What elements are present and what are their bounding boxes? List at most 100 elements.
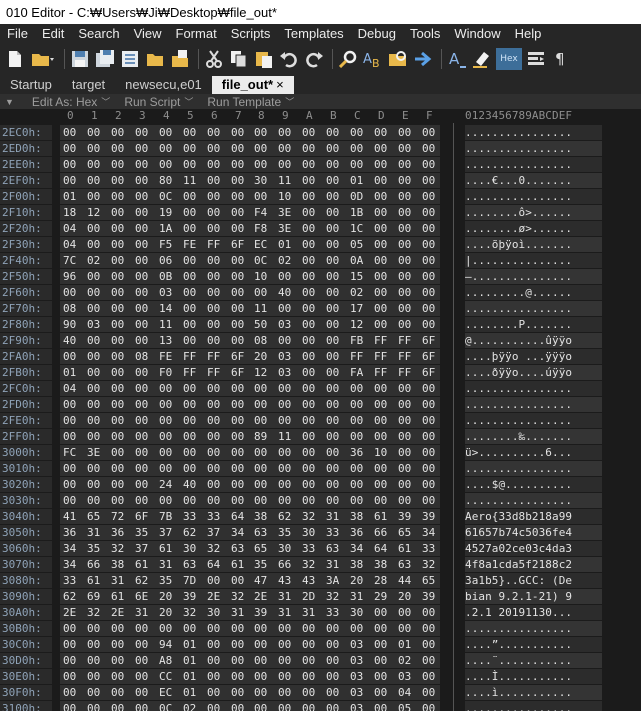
hex-byte[interactable]: FF [183, 365, 205, 380]
hex-byte[interactable]: 00 [111, 701, 133, 711]
hex-byte[interactable]: FF [398, 333, 420, 348]
hex-byte[interactable]: 00 [398, 381, 420, 396]
hex-byte[interactable]: 00 [326, 173, 348, 188]
hex-byte[interactable]: 00 [422, 157, 444, 172]
hex-byte[interactable]: 39 [422, 589, 444, 604]
hex-byte[interactable]: 00 [350, 141, 372, 156]
hex-byte[interactable]: 00 [302, 269, 324, 284]
hex-byte[interactable]: 00 [63, 429, 85, 444]
hex-byte[interactable]: 03 [350, 653, 372, 668]
hex-byte[interactable]: 3E [278, 221, 300, 236]
hex-byte[interactable]: 00 [135, 221, 157, 236]
hex-byte[interactable]: 00 [231, 173, 253, 188]
hex-byte[interactable]: 00 [207, 317, 229, 332]
hex-byte[interactable]: 63 [254, 525, 276, 540]
hex-byte[interactable]: 12 [254, 365, 276, 380]
hex-byte[interactable]: 00 [254, 461, 276, 476]
tab-file-out[interactable]: file_out* × [211, 76, 294, 94]
ascii-text[interactable]: ....Ì........... [465, 669, 602, 684]
hex-byte[interactable]: 36 [350, 445, 372, 460]
hex-byte[interactable]: 00 [422, 125, 444, 140]
hex-byte[interactable]: 00 [422, 253, 444, 268]
hex-byte[interactable]: FF [207, 349, 229, 364]
hex-byte[interactable]: 00 [422, 429, 444, 444]
hex-byte[interactable]: 00 [63, 701, 85, 711]
hex-byte[interactable]: 04 [63, 381, 85, 396]
pilcrow-icon[interactable]: ¶ [550, 48, 572, 70]
hex-byte[interactable]: 00 [374, 221, 396, 236]
open-project-icon[interactable] [119, 48, 141, 70]
edit-as-dropdown[interactable]: Edit As: Hex [32, 95, 97, 109]
hex-byte[interactable]: 89 [254, 429, 276, 444]
hex-byte[interactable]: 11 [254, 301, 276, 316]
hex-byte[interactable]: 00 [63, 621, 85, 636]
hex-byte[interactable]: 40 [63, 333, 85, 348]
hex-byte[interactable]: 00 [183, 205, 205, 220]
hex-byte[interactable]: 02 [87, 253, 109, 268]
hex-byte[interactable]: 00 [135, 381, 157, 396]
hex-byte[interactable]: 00 [326, 685, 348, 700]
columns-icon[interactable] [525, 48, 547, 70]
hex-byte[interactable]: 00 [111, 621, 133, 636]
hex-byte[interactable]: 20 [350, 573, 372, 588]
hex-byte[interactable]: 00 [278, 621, 300, 636]
goto-icon[interactable] [412, 48, 434, 70]
hex-byte[interactable]: 37 [159, 525, 181, 540]
hex-byte[interactable]: 00 [135, 397, 157, 412]
hex-byte[interactable]: FF [207, 365, 229, 380]
hex-byte[interactable]: 00 [207, 221, 229, 236]
hex-byte[interactable]: 00 [374, 285, 396, 300]
hex-byte[interactable]: 00 [374, 141, 396, 156]
hex-byte[interactable]: 00 [254, 493, 276, 508]
hex-byte[interactable]: 00 [350, 157, 372, 172]
hex-byte[interactable]: 7C [63, 253, 85, 268]
hex-byte[interactable]: 30 [183, 541, 205, 556]
hex-byte[interactable]: 6F [231, 237, 253, 252]
hex-byte[interactable]: 34 [63, 557, 85, 572]
hex-byte[interactable]: 00 [207, 621, 229, 636]
hex-byte[interactable]: 35 [87, 541, 109, 556]
menu-item-scripts[interactable]: Scripts [224, 24, 278, 44]
run-script-dropdown[interactable]: Run Script [124, 95, 180, 109]
hex-byte[interactable]: 00 [111, 301, 133, 316]
hex-byte[interactable]: 00 [135, 189, 157, 204]
ascii-text[interactable]: ........ø>...... [465, 221, 602, 236]
hex-byte[interactable]: F5 [159, 237, 181, 252]
hex-byte[interactable]: FA [350, 365, 372, 380]
hex-byte[interactable]: 00 [326, 477, 348, 492]
hex-byte[interactable]: 00 [398, 221, 420, 236]
hex-byte[interactable]: 38 [374, 557, 396, 572]
hex-byte[interactable]: 00 [278, 669, 300, 684]
hex-byte[interactable]: 62 [63, 589, 85, 604]
hex-byte[interactable]: 10 [254, 269, 276, 284]
hex-byte[interactable]: 00 [398, 301, 420, 316]
hex-byte[interactable]: 00 [398, 125, 420, 140]
hex-byte[interactable]: 00 [135, 653, 157, 668]
hex-byte[interactable]: 00 [207, 573, 229, 588]
hex-byte[interactable]: 00 [87, 349, 109, 364]
hex-byte[interactable]: 00 [183, 157, 205, 172]
paste-icon[interactable] [253, 48, 275, 70]
hex-byte[interactable]: 05 [398, 701, 420, 711]
hex-byte[interactable]: 64 [231, 509, 253, 524]
hex-byte[interactable]: 66 [374, 525, 396, 540]
hex-byte[interactable]: 00 [111, 349, 133, 364]
hex-byte[interactable]: 00 [111, 285, 133, 300]
hex-byte[interactable]: 00 [350, 461, 372, 476]
hex-byte[interactable]: 00 [87, 397, 109, 412]
hex-byte[interactable]: 00 [135, 429, 157, 444]
hex-byte[interactable]: 00 [302, 621, 324, 636]
hex-byte[interactable]: 36 [63, 525, 85, 540]
hex-byte[interactable]: 00 [231, 493, 253, 508]
hex-byte[interactable]: 35 [278, 525, 300, 540]
hex-byte[interactable]: 30 [302, 525, 324, 540]
hex-byte[interactable]: 00 [302, 397, 324, 412]
ascii-text[interactable]: ....”........... [465, 637, 602, 652]
hex-byte[interactable]: 00 [326, 637, 348, 652]
hex-byte[interactable]: 32 [326, 589, 348, 604]
hex-byte[interactable]: 00 [278, 477, 300, 492]
hex-byte[interactable]: 3A [326, 573, 348, 588]
hex-byte[interactable]: 00 [398, 253, 420, 268]
hex-byte[interactable]: 18 [63, 205, 85, 220]
hex-byte[interactable]: 00 [135, 237, 157, 252]
